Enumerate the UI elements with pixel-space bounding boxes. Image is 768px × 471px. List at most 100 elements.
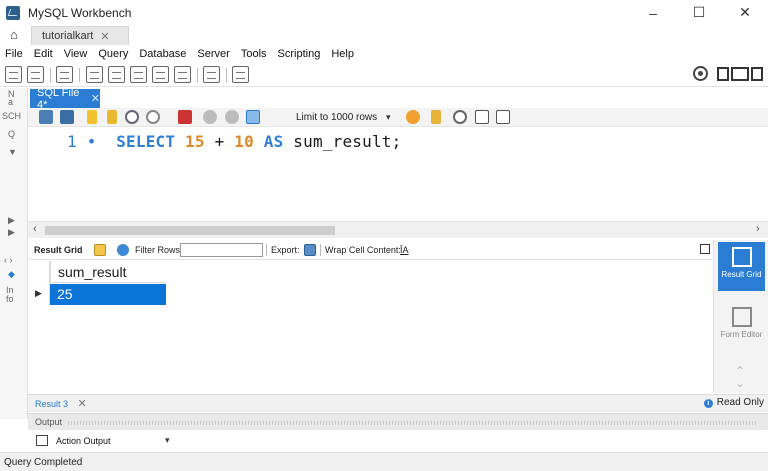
sql-editor[interactable]: 1 • SELECT 15 + 10 AS sum_result; xyxy=(28,127,768,220)
create-schema-icon[interactable] xyxy=(86,66,103,83)
tab-result[interactable]: Result 3 ✕ xyxy=(35,397,87,410)
chevron-down-icon[interactable]: ▾ xyxy=(165,435,170,446)
panel-nav-icon[interactable]: ◆ xyxy=(8,270,15,279)
find-icon[interactable] xyxy=(453,110,467,124)
wrap-cell-icon[interactable]: ĪA xyxy=(400,245,409,255)
menu-database[interactable]: Database xyxy=(139,48,186,60)
execute-icon[interactable] xyxy=(87,110,97,124)
result-grid-button-label: Result Grid xyxy=(721,270,762,279)
column-header[interactable]: sum_result xyxy=(50,261,166,283)
form-icon xyxy=(731,307,752,327)
menu-bar: File Edit View Query Database Server Too… xyxy=(0,45,768,63)
read-only-indicator: i Read Only xyxy=(703,397,764,408)
stop-icon[interactable] xyxy=(146,110,160,124)
menu-server[interactable]: Server xyxy=(197,48,229,60)
limit-rows-select[interactable]: Limit to 1000 rows xyxy=(296,110,377,125)
schemas-label[interactable]: SCH xyxy=(2,112,21,121)
wrap-lines-icon[interactable] xyxy=(496,110,510,124)
explain-icon[interactable] xyxy=(125,110,139,124)
toolbar-divider xyxy=(79,68,80,82)
status-bar: Query Completed xyxy=(0,452,768,471)
scroll-left-icon[interactable]: ‹ xyxy=(33,223,37,235)
form-editor-button[interactable]: Form Editor xyxy=(718,302,765,339)
tab-connection[interactable]: tutorialkart ✕ xyxy=(31,26,129,45)
minimize-button[interactable]: – xyxy=(630,0,676,25)
maximize-button[interactable]: ☐ xyxy=(676,0,722,25)
menu-edit[interactable]: Edit xyxy=(34,48,53,60)
settings-gear-icon[interactable] xyxy=(693,66,708,81)
filter-rows-label: Filter Rows: xyxy=(135,245,183,255)
search-table-data-icon[interactable] xyxy=(203,66,220,83)
expand-arrow-icon[interactable]: ▶ xyxy=(8,228,15,237)
read-only-label: Read Only xyxy=(716,397,764,408)
open-file-icon[interactable] xyxy=(39,110,53,124)
toggle-sidebar-icon[interactable] xyxy=(717,67,729,81)
create-view-icon[interactable] xyxy=(130,66,147,83)
close-tab-icon[interactable]: ✕ xyxy=(100,30,109,43)
invisible-chars-icon[interactable] xyxy=(475,110,489,124)
commit-icon[interactable] xyxy=(203,110,217,124)
resize-handle[interactable] xyxy=(68,421,758,425)
line-marker: • xyxy=(86,132,97,151)
result-tab-label: Result 3 xyxy=(35,399,69,409)
toolbar-divider xyxy=(226,68,227,82)
menu-help[interactable]: Help xyxy=(331,48,354,60)
connection-tab-strip: ⌂ tutorialkart ✕ xyxy=(0,26,768,45)
editor-horizontal-scrollbar[interactable]: ‹ › xyxy=(28,221,768,238)
result-toolbar: Result Grid Filter Rows: Export: Wrap Ce… xyxy=(28,240,712,260)
create-table-icon[interactable] xyxy=(108,66,125,83)
close-window-button[interactable]: ✕ xyxy=(722,0,768,25)
refresh-icon[interactable] xyxy=(117,244,129,256)
table-cell[interactable]: 25 xyxy=(50,284,166,305)
status-text: Query Completed xyxy=(4,457,83,468)
expand-tree-icon[interactable]: ▼ xyxy=(8,148,17,157)
inspector-icon[interactable] xyxy=(56,66,73,83)
scroll-right-icon[interactable]: › xyxy=(756,223,760,235)
result-grid-label[interactable]: Result Grid xyxy=(34,245,83,255)
close-tab-icon[interactable]: ✕ xyxy=(91,92,100,105)
filter-rows-input[interactable] xyxy=(180,243,263,257)
menu-scripting[interactable]: Scripting xyxy=(278,48,321,60)
result-grid-button[interactable]: Result Grid xyxy=(718,242,765,291)
execute-current-icon[interactable] xyxy=(107,110,117,124)
copy-icon[interactable] xyxy=(36,435,48,446)
chevron-down-icon[interactable]: ▾ xyxy=(386,110,391,125)
result-grid: sum_result ▶ 25 xyxy=(28,261,712,394)
wrap-cell-label: Wrap Cell Content: xyxy=(325,245,401,255)
editor-tab-strip: SQL File 4* ✕ xyxy=(28,87,768,111)
export-icon[interactable] xyxy=(304,244,316,256)
format-icon[interactable] xyxy=(431,110,441,124)
sql-number: 15 xyxy=(185,132,205,151)
toggle-output-icon[interactable] xyxy=(731,67,749,81)
action-output-select[interactable]: Action Output xyxy=(56,436,111,446)
sql-operator: + xyxy=(214,132,225,151)
expand-arrow-icon[interactable]: ▶ xyxy=(8,216,15,225)
save-icon[interactable] xyxy=(60,110,74,124)
menu-file[interactable]: File xyxy=(5,48,23,60)
create-procedure-icon[interactable] xyxy=(152,66,169,83)
menu-query[interactable]: Query xyxy=(98,48,128,60)
new-sql-tab-icon[interactable] xyxy=(5,66,22,83)
navigator-label: a xyxy=(8,97,14,107)
toggle-error-icon[interactable] xyxy=(178,110,192,124)
autocommit-icon[interactable] xyxy=(246,110,260,124)
tab-sql-file[interactable]: SQL File 4* ✕ xyxy=(30,87,100,111)
open-sql-script-icon[interactable] xyxy=(27,66,44,83)
toggle-secondary-sidebar-icon[interactable] xyxy=(751,67,763,81)
grid-icon xyxy=(731,247,752,267)
navigator-collapsed-strip: N a SCH Q ▼ ▶ ▶ ‹ › ◆ In fo xyxy=(0,88,28,419)
panel-nav-arrows[interactable]: ‹ › xyxy=(4,256,13,265)
scroll-down-icon[interactable]: ⌄ xyxy=(735,376,745,390)
search-icon[interactable]: Q xyxy=(8,130,15,139)
create-function-icon[interactable] xyxy=(174,66,191,83)
scrollbar-thumb[interactable] xyxy=(45,226,335,235)
toggle-panel-icon[interactable] xyxy=(700,244,710,254)
rollback-icon[interactable] xyxy=(225,110,239,124)
reconnect-icon[interactable] xyxy=(232,66,249,83)
menu-view[interactable]: View xyxy=(64,48,88,60)
home-icon[interactable]: ⌂ xyxy=(10,27,18,42)
close-tab-icon[interactable]: ✕ xyxy=(78,398,87,410)
menu-tools[interactable]: Tools xyxy=(241,48,267,60)
beautify-icon[interactable] xyxy=(406,110,420,124)
grid-icon[interactable] xyxy=(94,244,106,256)
